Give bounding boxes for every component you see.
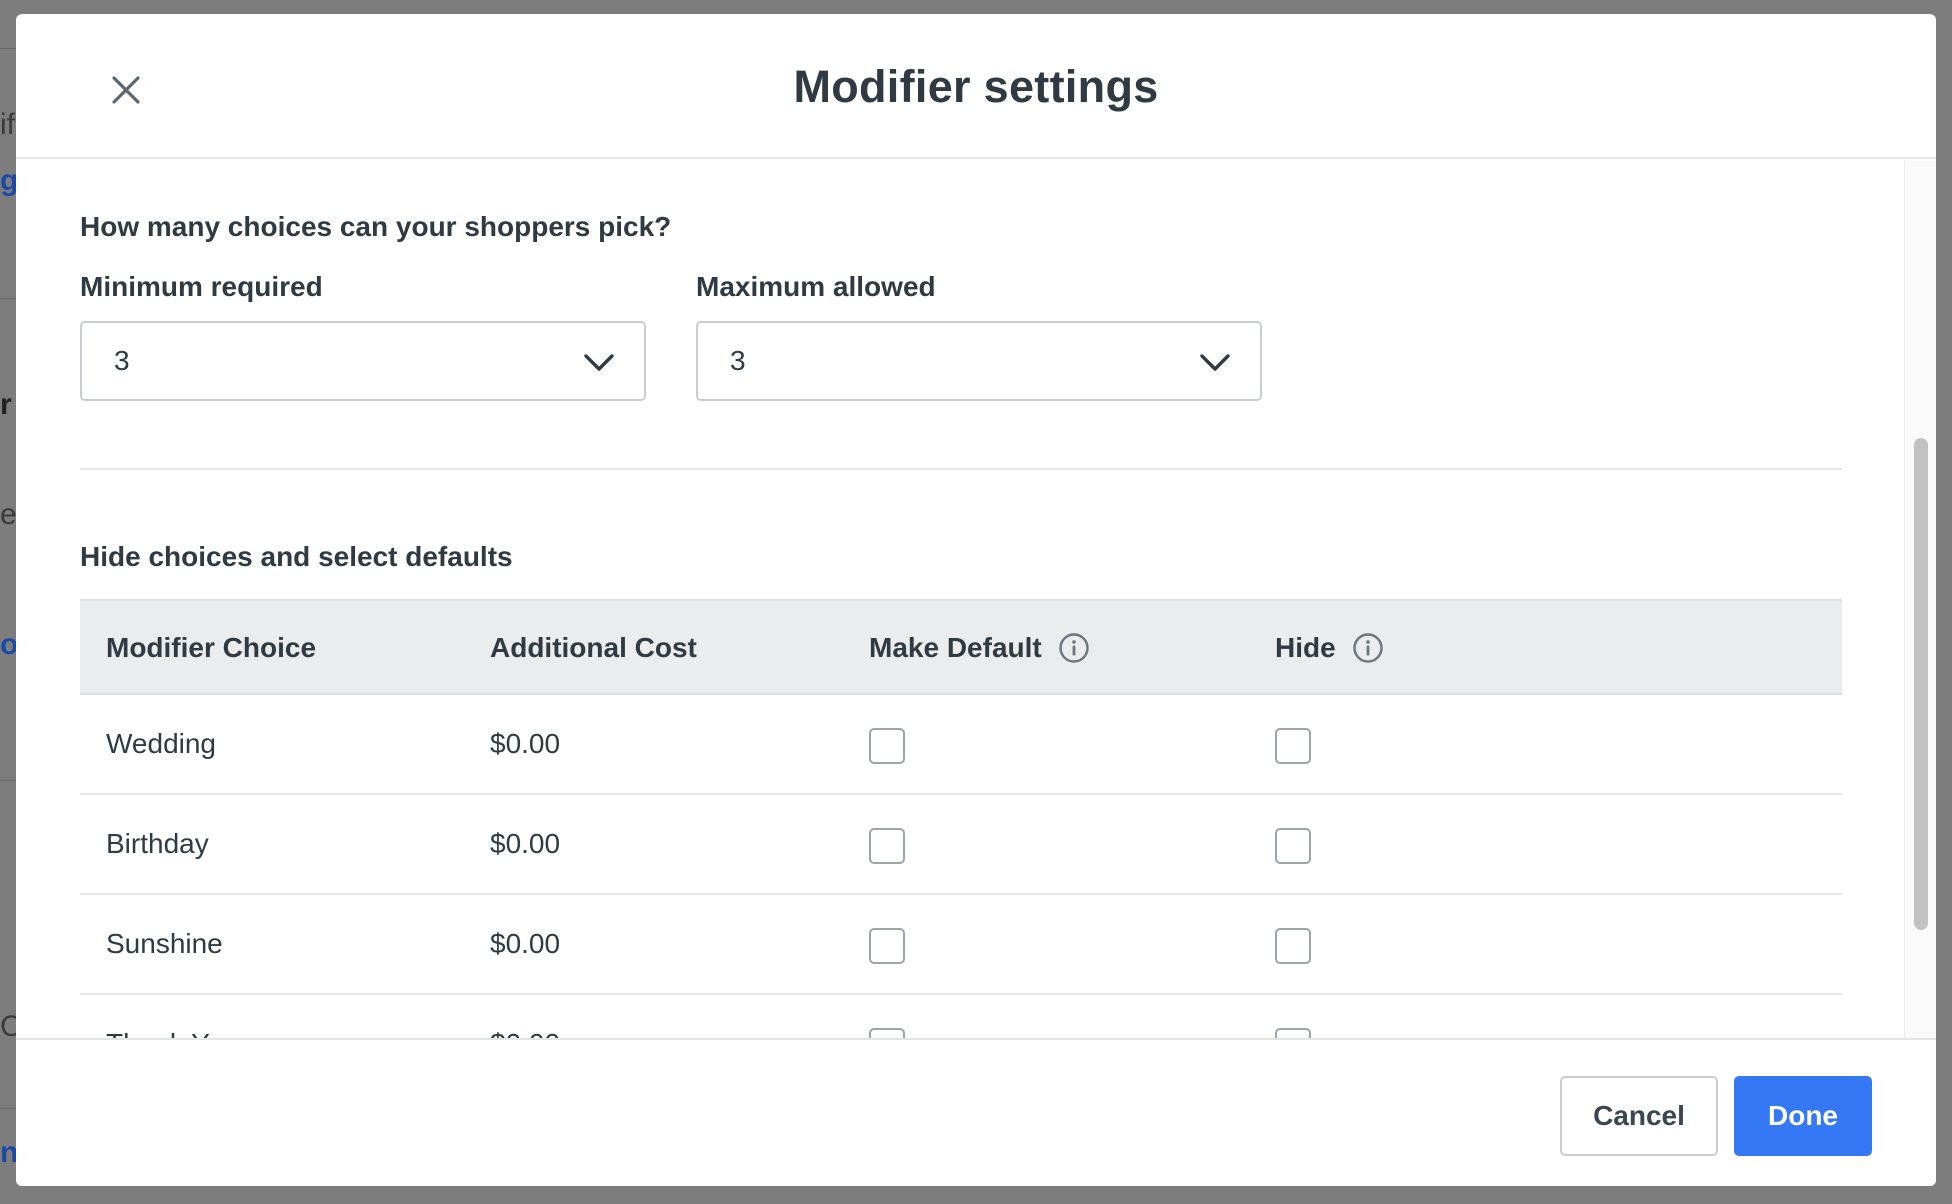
close-icon <box>112 76 140 104</box>
background-text-fragment: r <box>0 388 12 421</box>
background-link-fragment: o <box>0 628 16 661</box>
make-default-checkbox[interactable] <box>869 828 905 864</box>
cancel-button[interactable]: Cancel <box>1560 1076 1718 1156</box>
table-header: Modifier Choice Additional Cost Make Def… <box>80 599 1842 695</box>
scrollbar-thumb[interactable] <box>1914 438 1928 930</box>
table-row: Wedding $0.00 <box>80 695 1842 795</box>
maximum-allowed-select[interactable]: 3 <box>696 321 1262 401</box>
make-default-checkbox[interactable] <box>869 1028 905 1038</box>
hide-checkbox[interactable] <box>1275 828 1311 864</box>
defaults-section-title: Hide choices and select defaults <box>80 541 513 572</box>
additional-cost: $0.00 <box>490 928 561 959</box>
section-divider <box>80 468 1842 470</box>
maximum-allowed-label: Maximum allowed <box>696 271 936 302</box>
background-text-fragment: e <box>0 498 16 531</box>
info-icon[interactable] <box>1058 632 1090 664</box>
background-link-fragment: g <box>0 164 16 197</box>
column-header-label: Additional Cost <box>490 632 697 663</box>
column-header-label: Make Default <box>869 632 1042 663</box>
modifier-choice-name: Sunshine <box>106 928 223 959</box>
additional-cost: $0.00 <box>490 995 560 1038</box>
modal-body[interactable]: How many choices can your shoppers pick?… <box>16 161 1904 1038</box>
table-row: Thank You $0.00 <box>80 995 1842 1038</box>
background-divider <box>0 298 16 299</box>
column-header-label: Modifier Choice <box>106 632 317 663</box>
done-button[interactable]: Done <box>1734 1076 1872 1156</box>
modal-footer: Cancel Done <box>16 1038 1936 1186</box>
hide-checkbox[interactable] <box>1275 1028 1311 1038</box>
modifier-choices-table: Modifier Choice Additional Cost Make Def… <box>80 599 1842 1038</box>
additional-cost: $0.00 <box>490 828 561 859</box>
background-divider <box>0 1108 16 1109</box>
column-header-modifier-choice: Modifier Choice <box>106 601 316 695</box>
chevron-down-icon <box>1200 354 1230 371</box>
background-link-fragment: n <box>0 1136 16 1169</box>
column-header-label: Hide <box>1275 632 1336 663</box>
minimum-required-value: 3 <box>114 345 130 376</box>
background-text-fragment: if <box>0 108 15 141</box>
hide-checkbox[interactable] <box>1275 928 1311 964</box>
maximum-allowed-value: 3 <box>730 345 746 376</box>
minimum-required-select[interactable]: 3 <box>80 321 646 401</box>
chevron-down-icon <box>584 354 614 371</box>
modifier-choice-name: Thank You <box>106 995 238 1038</box>
column-header-make-default: Make Default <box>869 601 1090 695</box>
table-row: Birthday $0.00 <box>80 795 1842 895</box>
make-default-checkbox[interactable] <box>869 728 905 764</box>
make-default-checkbox[interactable] <box>869 928 905 964</box>
modifier-choice-name: Wedding <box>106 728 217 759</box>
choices-question: How many choices can your shoppers pick? <box>80 211 672 242</box>
hide-checkbox[interactable] <box>1275 728 1311 764</box>
modal-title: Modifier settings <box>793 61 1159 112</box>
background-divider <box>0 780 16 781</box>
info-icon[interactable] <box>1352 632 1384 664</box>
modal-header: Modifier settings <box>16 14 1936 159</box>
minimum-required-label: Minimum required <box>80 271 323 302</box>
table-row: Sunshine $0.00 <box>80 895 1842 995</box>
column-header-hide: Hide <box>1275 601 1384 695</box>
background-text-fragment: C <box>0 1010 16 1043</box>
background-divider <box>0 48 16 49</box>
column-header-additional-cost: Additional Cost <box>490 601 697 695</box>
modifier-settings-modal: Modifier settings How many choices can y… <box>16 14 1936 1186</box>
close-button[interactable] <box>100 64 152 116</box>
additional-cost: $0.00 <box>490 728 561 759</box>
modifier-choice-name: Birthday <box>106 828 209 859</box>
